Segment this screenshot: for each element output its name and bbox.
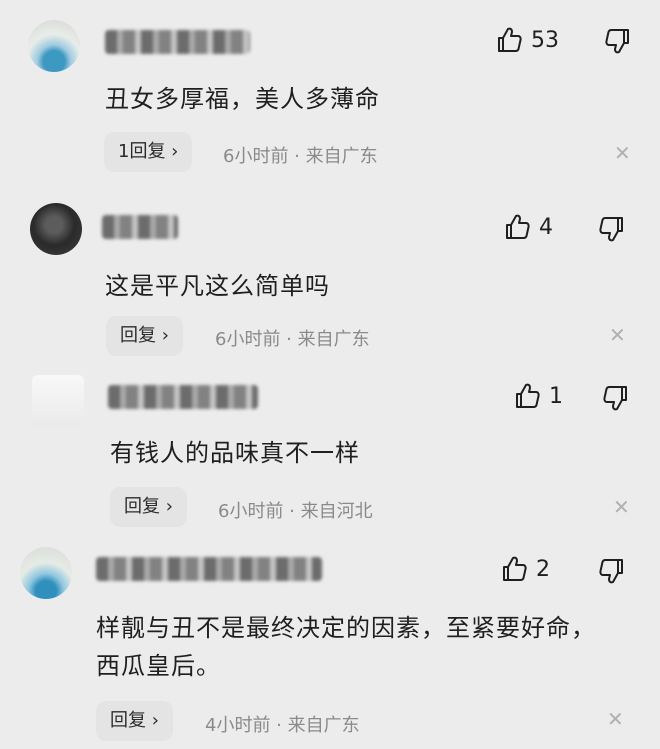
reply-button[interactable]: 回复 › xyxy=(110,487,187,527)
like-count: 2 xyxy=(536,556,550,582)
comment-text: 样靓与丑不是最终决定的因素，至紧要好命，西瓜皇后。 xyxy=(96,614,596,680)
comment-meta: 6小时前 · 来自广东 xyxy=(223,146,378,167)
like-button[interactable]: 1 xyxy=(513,382,563,410)
comment-text: 有钱人的品味真不一样 xyxy=(110,439,360,467)
thumbs-up-icon xyxy=(506,214,530,239)
close-icon[interactable]: ✕ xyxy=(614,141,631,165)
username-blurred[interactable] xyxy=(105,30,250,54)
avatar[interactable] xyxy=(30,203,82,255)
thumbs-up-icon xyxy=(498,27,522,52)
username-blurred[interactable] xyxy=(102,215,178,239)
like-button[interactable]: 2 xyxy=(500,555,550,583)
comment-meta: 4小时前 · 来自广东 xyxy=(205,715,360,736)
avatar[interactable] xyxy=(28,20,80,72)
comment-text: 丑女多厚福，美人多薄命 xyxy=(105,85,380,113)
comment-meta: 6小时前 · 来自河北 xyxy=(218,501,373,522)
comment-text: 这是平凡这么简单吗 xyxy=(105,272,330,300)
thumbs-up-icon xyxy=(516,383,540,408)
close-icon[interactable]: ✕ xyxy=(609,323,626,347)
reply-button[interactable]: 回复 › xyxy=(106,316,183,356)
reply-button[interactable]: 1回复 › xyxy=(104,132,193,172)
username-blurred[interactable] xyxy=(108,385,258,409)
thumbs-down-icon[interactable] xyxy=(602,384,630,412)
thumbs-down-icon[interactable] xyxy=(604,27,632,55)
close-icon[interactable]: ✕ xyxy=(613,495,630,519)
like-button[interactable]: 53 xyxy=(495,26,559,54)
like-button[interactable]: 4 xyxy=(503,213,553,241)
like-count: 4 xyxy=(539,214,553,240)
comment-meta: 6小时前 · 来自广东 xyxy=(215,329,370,350)
reply-button[interactable]: 回复 › xyxy=(96,701,173,741)
like-count: 1 xyxy=(549,383,563,409)
thumbs-down-icon[interactable] xyxy=(598,557,626,585)
avatar[interactable] xyxy=(32,375,84,427)
username-blurred[interactable] xyxy=(96,557,322,581)
like-count: 53 xyxy=(531,27,559,53)
avatar[interactable] xyxy=(20,547,72,599)
thumbs-up-icon xyxy=(503,556,527,581)
close-icon[interactable]: ✕ xyxy=(607,707,624,731)
thumbs-down-icon[interactable] xyxy=(598,215,626,243)
